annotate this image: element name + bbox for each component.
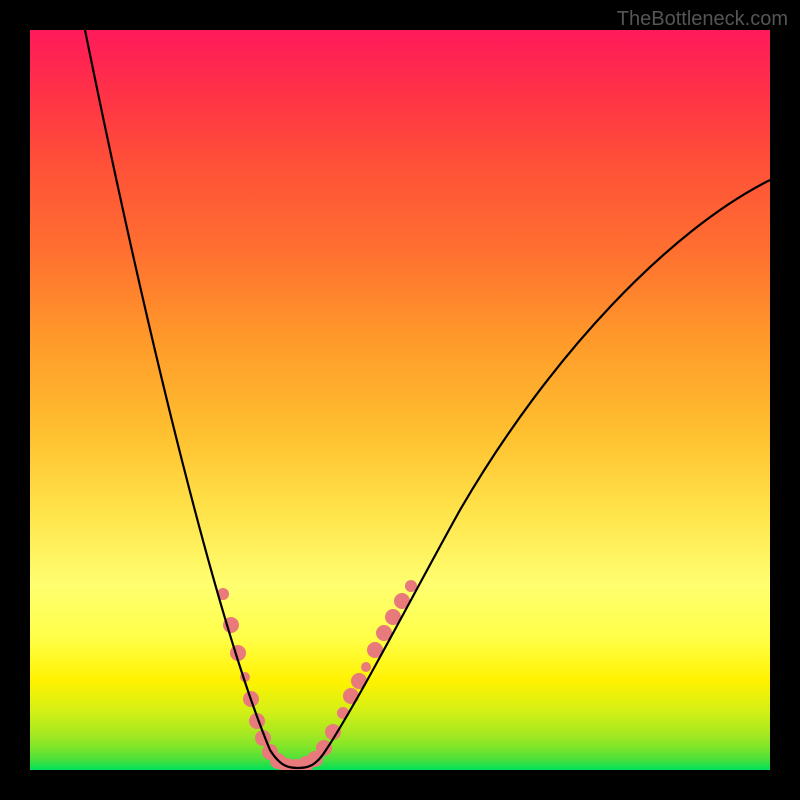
watermark-text: TheBottleneck.com bbox=[617, 8, 788, 31]
highlight-dot bbox=[361, 662, 371, 672]
chart-plot-area bbox=[30, 30, 770, 770]
highlight-dot bbox=[343, 688, 359, 704]
highlight-markers bbox=[217, 580, 417, 770]
chart-svg bbox=[30, 30, 770, 770]
chart-curve bbox=[85, 30, 770, 768]
